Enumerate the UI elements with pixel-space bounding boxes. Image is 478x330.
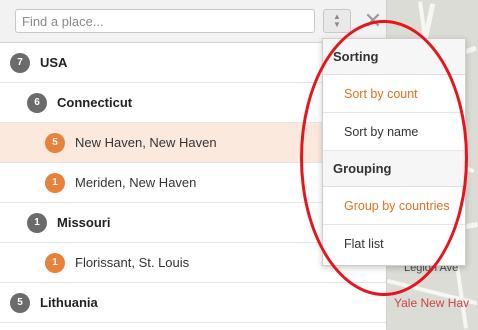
map-place-label: Yale New Hav xyxy=(394,296,470,310)
list-item-label: Meriden, New Haven xyxy=(75,175,197,190)
menu-heading-grouping: Grouping xyxy=(323,151,465,187)
count-badge: 7 xyxy=(10,52,30,73)
group-by-countries-option[interactable]: Group by countries xyxy=(323,187,465,225)
count-badge: 1 xyxy=(45,252,65,273)
close-icon[interactable]: ✕ xyxy=(362,10,384,32)
list-item[interactable]: 5 Lithuania xyxy=(0,283,386,323)
list-item-label: Connecticut xyxy=(57,95,133,110)
count-badge: 1 xyxy=(27,212,47,233)
search-input[interactable] xyxy=(15,9,315,33)
flat-list-option[interactable]: Flat list xyxy=(323,225,465,263)
count-badge: 5 xyxy=(10,292,30,313)
list-item-label: Florissant, St. Louis xyxy=(75,255,190,270)
count-badge: 5 xyxy=(45,132,65,153)
count-badge: 1 xyxy=(45,172,65,193)
menu-heading-sorting: Sorting xyxy=(323,39,465,75)
list-item-label: New Haven, New Haven xyxy=(75,135,217,150)
list-item-label: USA xyxy=(40,55,68,70)
search-bar: ▲ ▼ ✕ xyxy=(0,0,386,43)
sort-by-count-option[interactable]: Sort by count xyxy=(323,75,465,113)
list-item-label: Lithuania xyxy=(40,295,98,310)
sort-group-menu: Sorting Sort by count Sort by name Group… xyxy=(322,38,466,266)
sort-by-name-option[interactable]: Sort by name xyxy=(323,113,465,151)
chevron-down-icon: ▼ xyxy=(333,20,341,29)
count-badge: 6 xyxy=(27,92,47,113)
list-item-label: Missouri xyxy=(57,215,111,230)
sort-updown-icon[interactable]: ▲ ▼ xyxy=(323,9,351,33)
